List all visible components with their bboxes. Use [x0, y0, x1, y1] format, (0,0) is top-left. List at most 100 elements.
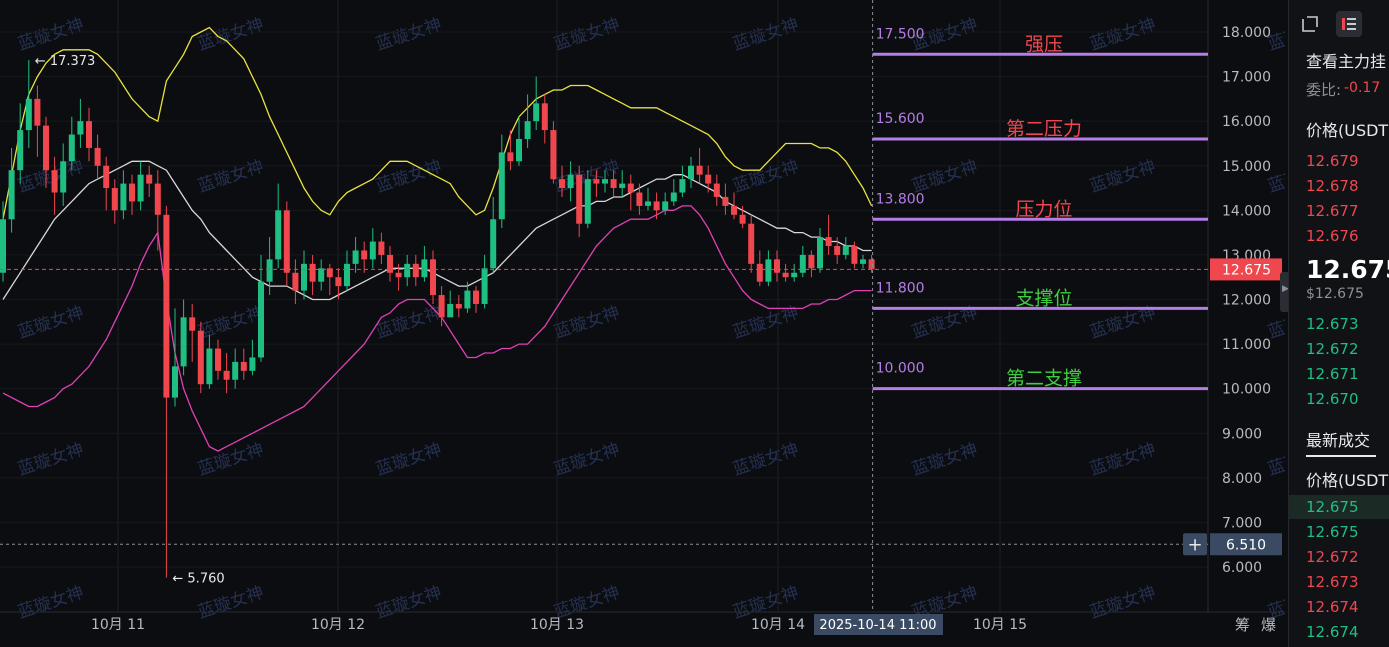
candle-down [722, 196, 729, 206]
candle-down [713, 183, 720, 197]
level-name-label: 压力位 [1015, 198, 1072, 220]
level-value-label: 10.000 [876, 361, 925, 377]
order-book-layout-icon[interactable] [1335, 10, 1363, 38]
candle-up [799, 254, 806, 273]
candle-up [232, 361, 239, 380]
candle-down [550, 130, 557, 180]
x-tick-label: 10月 14 [751, 617, 805, 633]
watermark-text: 蓝璇女神 [195, 440, 266, 480]
current-price-label: 12.675 [1222, 262, 1271, 278]
panel-title[interactable]: 查看主力挂 [1306, 48, 1386, 72]
ask-price[interactable]: 12.679 [1306, 152, 1359, 170]
candle-down [455, 303, 462, 309]
ask-price[interactable]: 12.678 [1306, 177, 1359, 195]
candle-down [739, 214, 746, 224]
candle-down [223, 370, 230, 380]
trade-price: 12.675 [1306, 498, 1359, 516]
candle-up [481, 268, 488, 304]
candle-down [240, 361, 247, 371]
candle-down [86, 121, 92, 148]
x-tick-label: 10月 13 [530, 617, 584, 633]
candle-up [60, 161, 67, 193]
candle-up [584, 179, 591, 224]
candle-down [438, 295, 445, 318]
bid-price[interactable]: 12.673 [1306, 315, 1359, 333]
candle-down [507, 152, 514, 162]
y-tick-label: 11.000 [1222, 337, 1271, 353]
candle-up [498, 152, 505, 220]
candle-up [464, 290, 471, 309]
candle-down [283, 210, 290, 273]
candle-up [180, 317, 187, 367]
trades-price-header: 价格(USDT [1306, 471, 1389, 490]
watermark-text: 蓝璇女神 [551, 15, 622, 55]
candle-down [851, 246, 858, 264]
bid-price[interactable]: 12.670 [1306, 390, 1359, 408]
y-tick-label: 12.000 [1222, 293, 1271, 309]
popout-icon[interactable] [1299, 13, 1321, 35]
cursor-time-label: 2025-10-14 11:00 [819, 618, 936, 633]
candlestick-chart-svg: 蓝璇女神 蓝璇女神 蓝璇女神 蓝璇女神 蓝璇女神 蓝璇女神 蓝璇女神 蓝璇女神蓝璇女神 蓝璇女神… [0, 0, 1285, 635]
watermark-text: 蓝璇女神 [1087, 583, 1158, 623]
candle-down [593, 179, 600, 184]
candle-down [748, 223, 755, 264]
y-tick-label: 8.000 [1222, 471, 1262, 487]
chips-tab[interactable]: 筹 [1235, 614, 1250, 635]
candle-down [541, 103, 548, 131]
candle-down [412, 263, 419, 278]
candle-down [34, 98, 41, 126]
y-tick-label: 14.000 [1222, 203, 1271, 219]
trades-title[interactable]: 最新成交 [1306, 427, 1370, 451]
candle-up [266, 259, 273, 282]
candle-up [447, 303, 454, 318]
candle-up [25, 98, 32, 131]
candle-down [215, 348, 221, 371]
candle-down [834, 246, 841, 255]
level-name-label: 支撑位 [1015, 287, 1072, 309]
ask-price[interactable]: 12.677 [1306, 202, 1359, 220]
watermark-text: 蓝璇女神 [551, 440, 622, 480]
trade-price: 12.675 [1306, 523, 1359, 541]
candle-down [774, 259, 780, 273]
bid-price[interactable]: 12.672 [1306, 340, 1359, 358]
watermark-text: 蓝璇女神 [373, 583, 444, 623]
candle-down [51, 170, 58, 193]
candle-down [731, 205, 737, 215]
watermark-text: 蓝璇女神 [730, 440, 801, 480]
candle-down [189, 317, 196, 331]
watermark-text: 蓝璇女神 [15, 15, 86, 55]
candle-up [817, 237, 823, 269]
candle-down [378, 241, 385, 255]
wei-value: -0.17 [1344, 80, 1381, 96]
bid-price[interactable]: 12.671 [1306, 365, 1359, 383]
candle-down [43, 125, 49, 171]
x-tick-label: 10月 15 [973, 617, 1027, 633]
candle-up [662, 201, 669, 211]
y-tick-label: 15.000 [1222, 159, 1271, 175]
x-tick-label: 10月 11 [91, 617, 145, 633]
high-price-marker: ← 17.373 [35, 54, 96, 69]
candle-up [645, 201, 651, 206]
watermark-text: 蓝璇女神 [551, 303, 622, 343]
candle-up [404, 263, 411, 278]
candle-up [688, 165, 694, 180]
candle-up [619, 183, 626, 189]
candle-up [842, 246, 849, 255]
plus-icon: + [1187, 534, 1202, 555]
candle-up [860, 259, 866, 264]
candle-up [137, 174, 144, 202]
price-chart[interactable]: 蓝璇女神 蓝璇女神 蓝璇女神 蓝璇女神 蓝璇女神 蓝璇女神 蓝璇女神 蓝璇女神 蓝璇女神 蓝璇女神… [0, 0, 1285, 647]
watermark-text: 蓝璇女神 [373, 440, 444, 480]
burst-tab[interactable]: 爆 [1261, 614, 1276, 635]
candle-up [8, 170, 15, 220]
candle-down [103, 165, 110, 189]
candle-down [395, 272, 402, 278]
ask-price[interactable]: 12.676 [1306, 227, 1359, 245]
candle-down [146, 174, 153, 184]
watermark-text: 蓝璇女神 [1087, 15, 1158, 55]
y-tick-label: 6.000 [1222, 560, 1262, 576]
candle-down [610, 179, 617, 189]
candle-down [559, 179, 565, 189]
watermark-text: 蓝璇女神 [195, 583, 266, 623]
candle-down [576, 174, 583, 224]
